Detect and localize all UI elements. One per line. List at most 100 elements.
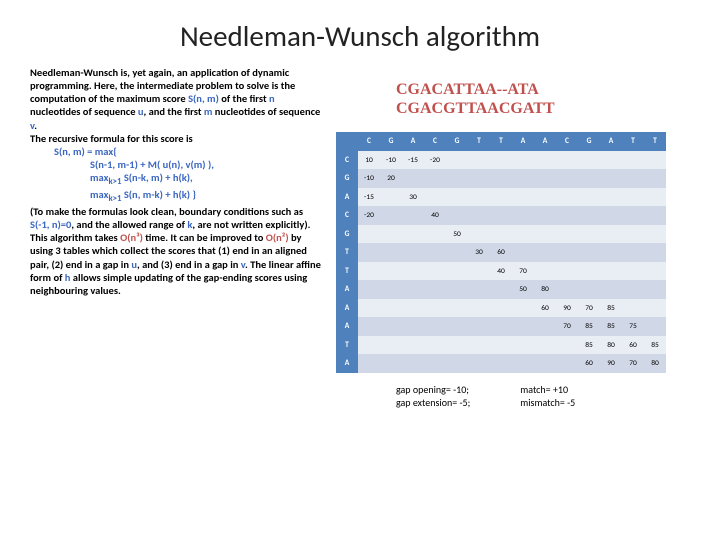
dp-cell: -10 [380,151,402,170]
col-header: C [556,132,578,151]
dp-cell: 70 [556,317,578,336]
dp-cell [468,354,490,373]
dp-cell [424,243,446,262]
dp-matrix: CGACGTTAACGATTC10-10-15-20G-1020A-1530C-… [336,132,666,373]
dp-cell [644,280,666,299]
dp-cell [600,280,622,299]
dp-cell [468,225,490,244]
dp-cell [556,354,578,373]
col-header: A [402,132,424,151]
col-header: A [534,132,556,151]
dp-cell [534,151,556,170]
dp-cell: 70 [578,299,600,318]
col-header: A [600,132,622,151]
col-header: A [512,132,534,151]
dp-cell [380,188,402,207]
dp-cell: 90 [556,299,578,318]
dp-cell: 70 [512,262,534,281]
dp-cell [556,262,578,281]
dp-cell: 80 [644,354,666,373]
row-header: A [336,188,358,207]
row-header: A [336,299,358,318]
dp-cell: -20 [358,206,380,225]
dp-cell [446,354,468,373]
dp-cell [578,206,600,225]
dp-cell: 30 [468,243,490,262]
dp-cell [512,243,534,262]
dp-cell [622,169,644,188]
row-header: C [336,206,358,225]
dp-cell [556,225,578,244]
col-header: T [622,132,644,151]
dp-cell: 30 [402,188,424,207]
dp-cell [490,354,512,373]
dp-cell: 40 [424,206,446,225]
dp-cell [512,188,534,207]
dp-cell [490,206,512,225]
dp-cell [380,336,402,355]
dp-cell [468,188,490,207]
dp-cell [490,225,512,244]
dp-cell [358,299,380,318]
dp-cell [644,317,666,336]
dp-cell: 85 [600,317,622,336]
dp-cell: -20 [424,151,446,170]
dp-cell [380,206,402,225]
col-header: C [358,132,380,151]
dp-cell [446,262,468,281]
dp-cell [358,280,380,299]
col-header: G [446,132,468,151]
dp-cell: 80 [600,336,622,355]
dp-cell [556,188,578,207]
dp-cell [622,262,644,281]
dp-cell [556,243,578,262]
dp-cell [468,262,490,281]
dp-cell [380,299,402,318]
dp-cell: 10 [358,151,380,170]
dp-cell: 70 [622,354,644,373]
dp-cell [512,206,534,225]
row-header: A [336,317,358,336]
dp-cell: -10 [358,169,380,188]
dp-cell [512,317,534,336]
dp-cell: -15 [402,151,424,170]
dp-cell [446,299,468,318]
dp-cell [380,225,402,244]
dp-cell [358,262,380,281]
dp-cell [556,336,578,355]
dp-cell [380,354,402,373]
dp-cell: 60 [622,336,644,355]
dp-cell [556,151,578,170]
dp-cell [490,299,512,318]
dp-cell [622,188,644,207]
dp-cell [512,225,534,244]
dp-cell [600,262,622,281]
dp-cell [490,169,512,188]
dp-cell [468,206,490,225]
body-text: Needleman-Wunsch is, yet again, an appli… [30,66,324,409]
col-header: G [380,132,402,151]
dp-cell [556,280,578,299]
dp-cell [468,299,490,318]
dp-cell [578,225,600,244]
dp-cell [424,262,446,281]
dp-cell [622,206,644,225]
dp-cell: 60 [534,299,556,318]
dp-cell [644,151,666,170]
dp-cell [512,299,534,318]
dp-cell [490,336,512,355]
dp-cell [446,243,468,262]
dp-cell [468,151,490,170]
dp-cell [600,188,622,207]
dp-cell [622,225,644,244]
dp-cell: 50 [512,280,534,299]
dp-cell [402,262,424,281]
dp-cell [490,151,512,170]
dp-cell [600,225,622,244]
dp-cell [424,317,446,336]
dp-cell [358,336,380,355]
dp-cell: 20 [380,169,402,188]
dp-cell [534,336,556,355]
row-header: T [336,243,358,262]
dp-cell [358,317,380,336]
